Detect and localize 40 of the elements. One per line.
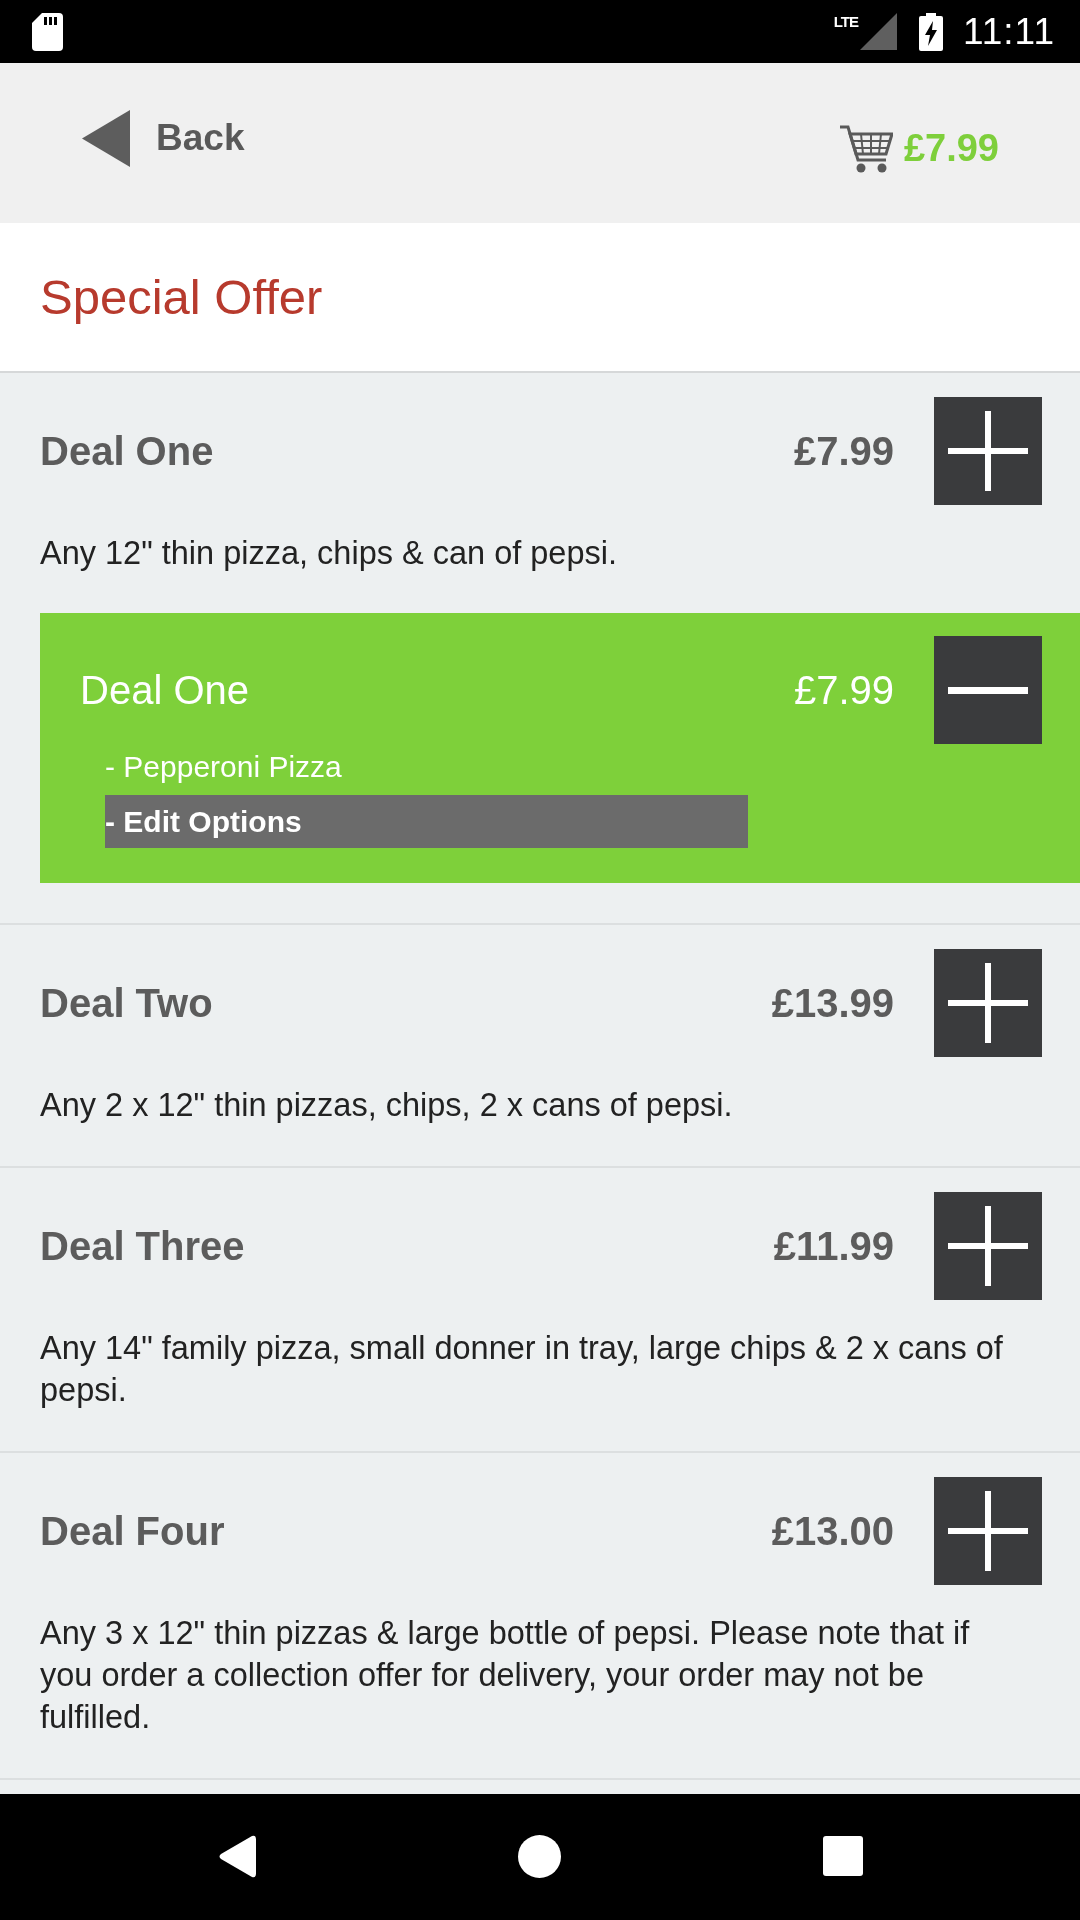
deal-title: Deal Four bbox=[40, 1508, 226, 1554]
minus-icon bbox=[948, 686, 1028, 694]
nav-recents-icon[interactable] bbox=[822, 1836, 863, 1876]
cart-total: £7.99 bbox=[903, 126, 999, 170]
deal-price: £13.99 bbox=[771, 980, 894, 1026]
deal-title: Deal One bbox=[40, 428, 215, 474]
plus-icon bbox=[948, 1206, 1028, 1286]
option-text: - Pepperoni Pizza bbox=[105, 749, 343, 785]
add-button[interactable] bbox=[934, 1192, 1042, 1300]
back-label: Back bbox=[156, 117, 245, 159]
deal-description: Any 14" family pizza, small donner in tray, large chips & 2 x cans of pepsi. bbox=[40, 1329, 1004, 1410]
cart-item-title: Deal One bbox=[80, 667, 250, 713]
add-button[interactable] bbox=[934, 949, 1042, 1057]
add-button[interactable] bbox=[934, 397, 1042, 505]
deal-price: £13.00 bbox=[771, 1508, 894, 1554]
back-link[interactable]: Back bbox=[82, 109, 245, 167]
plus-icon bbox=[948, 411, 1028, 491]
deal-title: Deal Two bbox=[40, 980, 214, 1026]
plus-icon bbox=[948, 963, 1028, 1043]
deal-title: Deal Three bbox=[40, 1223, 246, 1269]
signal-icon bbox=[859, 13, 897, 50]
network-label: LTE bbox=[833, 12, 858, 30]
shopping-cart-icon bbox=[839, 123, 893, 173]
battery-charging-icon bbox=[918, 12, 943, 51]
deal-description: Any 2 x 12" thin pizzas, chips, 2 x cans of pepsi. bbox=[40, 1086, 734, 1125]
nav-back-icon[interactable] bbox=[217, 1834, 256, 1878]
deal-description: Any 12" thin pizza, chips & can of pepsi. bbox=[40, 534, 618, 573]
nav-home-icon[interactable] bbox=[517, 1834, 561, 1878]
deal-price: £11.99 bbox=[773, 1223, 894, 1269]
back-arrow-icon bbox=[82, 109, 130, 167]
clock-time: 11:11 bbox=[962, 10, 1055, 53]
add-button[interactable] bbox=[934, 1477, 1042, 1585]
edit-options-button[interactable]: - Edit Options bbox=[105, 795, 748, 848]
remove-button[interactable] bbox=[934, 636, 1042, 744]
deal-price: £7.99 bbox=[793, 428, 894, 474]
plus-icon bbox=[948, 1491, 1028, 1571]
cart-item-price: £7.99 bbox=[793, 667, 894, 713]
sd-card-icon bbox=[32, 12, 63, 51]
page-title: Special Offer bbox=[40, 269, 323, 325]
deal-description: Any 3 x 12" thin pizzas & large bottle of pepsi. Please note that if you order a collection offer for delivery, your order may not be fulfilled. bbox=[40, 1614, 971, 1737]
